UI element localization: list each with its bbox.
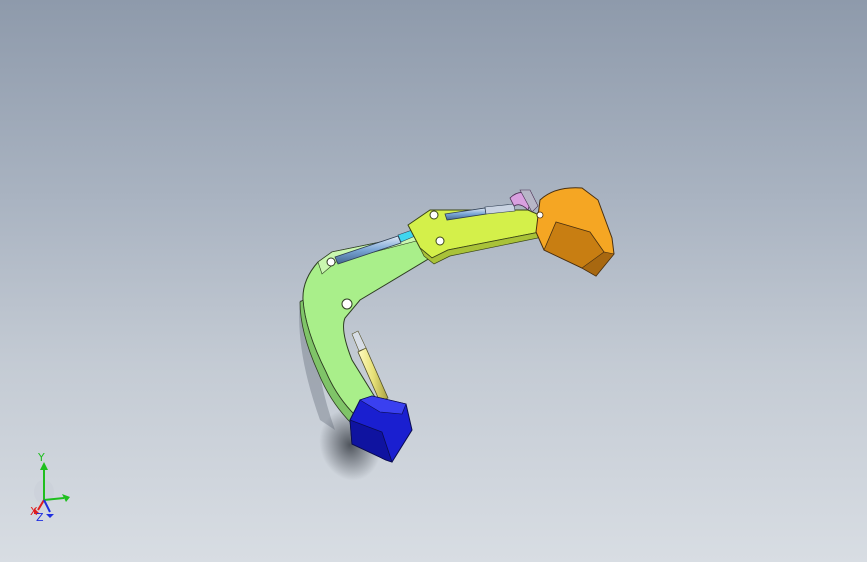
stick[interactable]	[407, 209, 547, 265]
bucket[interactable]	[535, 187, 615, 277]
graphics-viewport[interactable]: Y X Z	[0, 0, 867, 562]
triad-z-label: Z	[36, 511, 44, 524]
excavator-arm-model[interactable]	[0, 0, 867, 562]
triad-y-label: Y	[38, 451, 45, 464]
reference-triad: Y X Z	[22, 448, 82, 528]
